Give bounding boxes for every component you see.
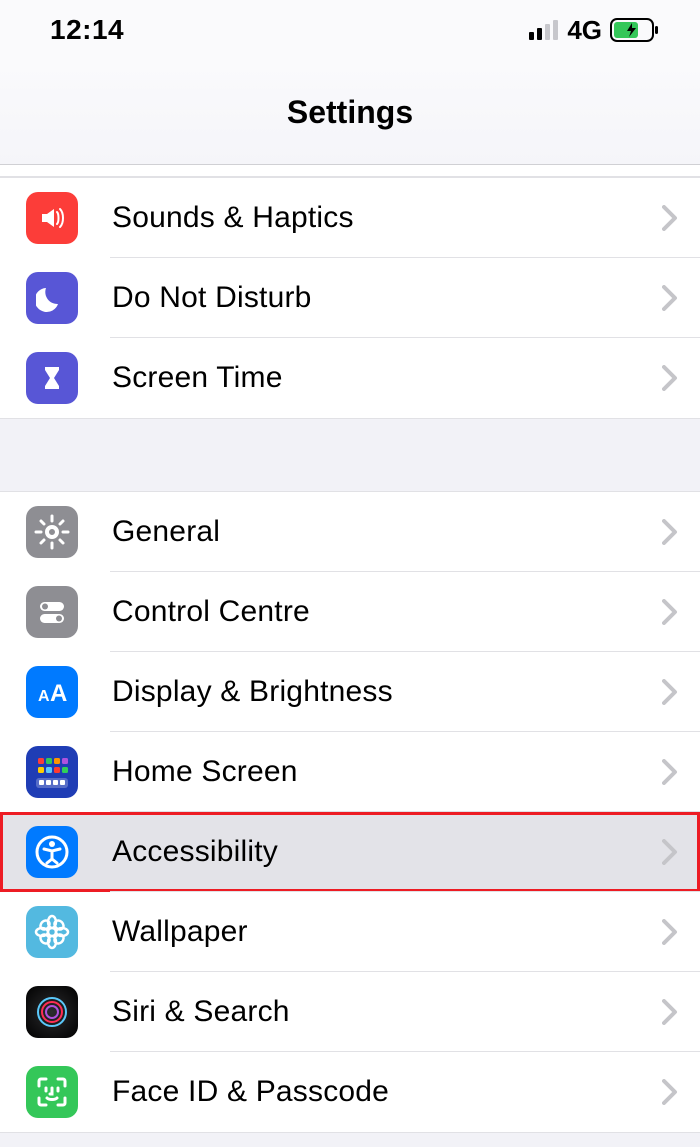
row-label: Control Centre <box>112 595 662 629</box>
home-grid-icon <box>26 746 78 798</box>
row-label: Siri & Search <box>112 995 662 1029</box>
row-display-brightness[interactable]: A A Display & Brightness <box>0 652 700 732</box>
hourglass-icon <box>26 352 78 404</box>
row-do-not-disturb[interactable]: Do Not Disturb <box>0 258 700 338</box>
sounds-icon <box>26 192 78 244</box>
status-indicators: 4G <box>529 15 660 46</box>
row-label: Display & Brightness <box>112 675 662 709</box>
chevron-right-icon <box>662 365 678 391</box>
siri-icon <box>26 986 78 1038</box>
page-title: Settings <box>287 94 413 131</box>
row-label: Sounds & Haptics <box>112 201 662 235</box>
chevron-right-icon <box>662 205 678 231</box>
face-id-icon <box>26 1066 78 1118</box>
status-bar: 12:14 4G <box>0 0 700 60</box>
chevron-right-icon <box>662 1079 678 1105</box>
cellular-signal-icon <box>529 20 559 40</box>
page-header: Settings <box>0 60 700 165</box>
settings-group-2: General Control Centre A A Display <box>0 491 700 1133</box>
row-sounds-haptics[interactable]: Sounds & Haptics <box>0 178 700 258</box>
chevron-right-icon <box>662 519 678 545</box>
gear-icon <box>26 506 78 558</box>
chevron-right-icon <box>662 599 678 625</box>
row-label: General <box>112 515 662 549</box>
row-siri-search[interactable]: Siri & Search <box>0 972 700 1052</box>
svg-text:A: A <box>38 688 50 705</box>
settings-group-1: Sounds & Haptics Do Not Disturb Screen T… <box>0 177 700 419</box>
chevron-right-icon <box>662 839 678 865</box>
row-screen-time[interactable]: Screen Time <box>0 338 700 418</box>
chevron-right-icon <box>662 285 678 311</box>
row-accessibility[interactable]: Accessibility <box>0 812 700 892</box>
moon-icon <box>26 272 78 324</box>
row-label: Home Screen <box>112 755 662 789</box>
flower-icon <box>26 906 78 958</box>
accessibility-icon <box>26 826 78 878</box>
row-general[interactable]: General <box>0 492 700 572</box>
chevron-right-icon <box>662 999 678 1025</box>
row-label: Screen Time <box>112 361 662 395</box>
chevron-right-icon <box>662 759 678 785</box>
row-control-centre[interactable]: Control Centre <box>0 572 700 652</box>
svg-text:A: A <box>50 680 67 705</box>
status-time: 12:14 <box>50 14 124 46</box>
chevron-right-icon <box>662 919 678 945</box>
toggles-icon <box>26 586 78 638</box>
row-wallpaper[interactable]: Wallpaper <box>0 892 700 972</box>
battery-charging-icon <box>610 18 660 42</box>
row-face-id-passcode[interactable]: Face ID & Passcode <box>0 1052 700 1132</box>
text-size-icon: A A <box>26 666 78 718</box>
row-label: Accessibility <box>112 835 662 869</box>
row-home-screen[interactable]: Home Screen <box>0 732 700 812</box>
row-label: Face ID & Passcode <box>112 1075 662 1109</box>
network-type: 4G <box>567 15 602 46</box>
row-label: Wallpaper <box>112 915 662 949</box>
chevron-right-icon <box>662 679 678 705</box>
row-label: Do Not Disturb <box>112 281 662 315</box>
